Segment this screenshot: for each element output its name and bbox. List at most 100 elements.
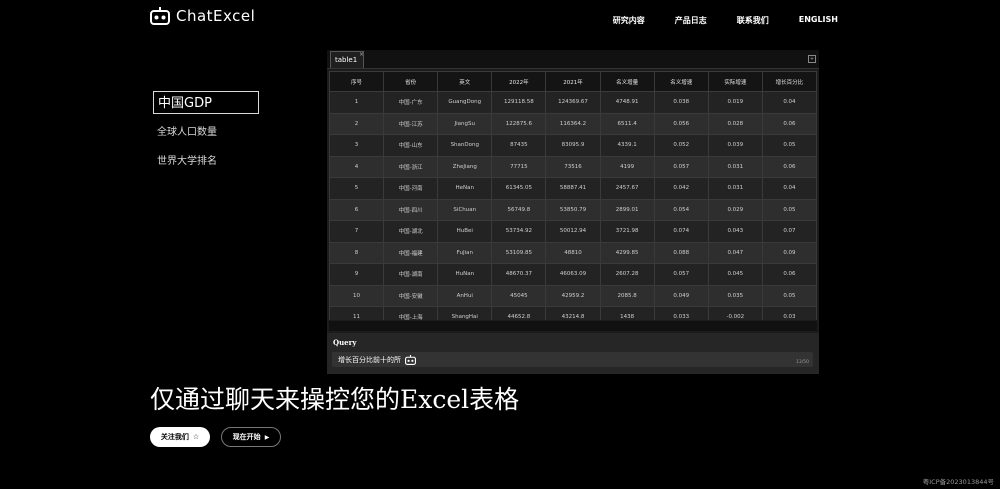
table-cell[interactable]: 87435 (491, 134, 547, 157)
table-cell[interactable]: FuJian (437, 241, 493, 264)
table-row[interactable]: 6 中国-四川 SiChuan 56749.8 53850.79 2899.01 0.054… (329, 198, 817, 221)
table-cell[interactable]: 中国-福建 (383, 241, 439, 264)
table-row[interactable]: 11 中国-上海 ShangHai 44652.8 43214.8 1438 0.033 -0… (329, 306, 817, 320)
data-grid[interactable]: 序号 省份 英文 2022年 2021年 名义增量 名义增速 实际增速 增长百分比 1 中国-广东… (329, 71, 817, 320)
table-cell[interactable]: 0.07 (761, 220, 817, 243)
robot-icon[interactable] (405, 355, 416, 365)
nav-english[interactable]: ENGLISH (799, 15, 838, 26)
close-icon[interactable]: × (359, 51, 364, 58)
table-cell[interactable]: 0.057 (653, 155, 709, 178)
table-cell[interactable]: 124369.67 (545, 91, 601, 114)
table-row[interactable]: 3 中国-山东 ShanDong 87435 83095.9 4339.1 0.052 0.0… (329, 134, 817, 157)
table-cell[interactable]: 0.06 (761, 155, 817, 178)
table-cell[interactable]: 83095.9 (545, 134, 601, 157)
table-row[interactable]: 8 中国-福建 FuJian 53109.85 48810 4299.85 0.088 0.0… (329, 241, 817, 264)
nav-changelog[interactable]: 产品日志 (675, 15, 707, 26)
table-cell[interactable]: 0.043 (707, 220, 763, 243)
table-cell[interactable]: 0.088 (653, 241, 709, 264)
table-cell[interactable]: 0.033 (653, 306, 709, 320)
table-cell[interactable]: 中国-山东 (383, 134, 439, 157)
table-cell[interactable]: 129118.58 (491, 91, 547, 114)
nav-contact[interactable]: 联系我们 (737, 15, 769, 26)
table-cell[interactable]: 4748.91 (599, 91, 655, 114)
table-cell[interactable]: 7 (329, 220, 385, 243)
table-cell[interactable]: 0.028 (707, 112, 763, 135)
table-cell[interactable]: 53850.79 (545, 198, 601, 221)
table-cell[interactable]: 10 (329, 284, 385, 307)
table-cell[interactable]: 4199 (599, 155, 655, 178)
table-cell[interactable]: 58887.41 (545, 177, 601, 200)
table-cell[interactable]: 2457.67 (599, 177, 655, 200)
table-cell[interactable]: 122875.6 (491, 112, 547, 135)
column-header[interactable]: 英文 (437, 71, 493, 92)
table-cell[interactable]: 1 (329, 91, 385, 114)
table-cell[interactable]: HuNan (437, 263, 493, 286)
table-row[interactable]: 1 中国-广东 GuangDong 129118.58 124369.67 4748.91… (329, 91, 817, 114)
table-cell[interactable]: 6511.4 (599, 112, 655, 135)
table-row[interactable]: 2 中国-江苏 JiangSu 122875.6 116364.2 6511.4 0.056… (329, 112, 817, 135)
table-cell[interactable]: 9 (329, 263, 385, 286)
table-cell[interactable]: 0.042 (653, 177, 709, 200)
table-cell[interactable]: AnHui (437, 284, 493, 307)
icp-link[interactable]: 粤ICP备2023013844号 (923, 476, 994, 486)
table-cell[interactable]: 50012.94 (545, 220, 601, 243)
table-cell[interactable]: 中国-浙江 (383, 155, 439, 178)
table-cell[interactable]: -0.002 (707, 306, 763, 320)
table-cell[interactable]: ShangHai (437, 306, 493, 320)
table-cell[interactable]: 2 (329, 112, 385, 135)
table-cell[interactable]: 44652.8 (491, 306, 547, 320)
table-cell[interactable]: 0.045 (707, 263, 763, 286)
table-cell[interactable]: 0.05 (761, 134, 817, 157)
table-cell[interactable]: 56749.8 (491, 198, 547, 221)
table-cell[interactable]: 0.029 (707, 198, 763, 221)
table-cell[interactable]: 0.04 (761, 91, 817, 114)
table-cell[interactable]: 0.06 (761, 263, 817, 286)
column-header[interactable]: 实际增速 (707, 71, 763, 92)
table-row[interactable]: 5 中国-河南 HeNan 61345.05 58887.41 2457.67 0.042 0… (329, 177, 817, 200)
table-cell[interactable]: 46063.09 (545, 263, 601, 286)
table-cell[interactable]: 5 (329, 177, 385, 200)
table-row[interactable]: 9 中国-湖南 HuNan 48670.37 46063.09 2607.28 0.057 0… (329, 263, 817, 286)
table-cell[interactable]: 4299.85 (599, 241, 655, 264)
table-cell[interactable]: 0.057 (653, 263, 709, 286)
table-cell[interactable]: 0.054 (653, 198, 709, 221)
start-button[interactable]: 现在开始 ▶ (221, 427, 281, 447)
table-cell[interactable]: 6 (329, 198, 385, 221)
table-cell[interactable]: 0.06 (761, 112, 817, 135)
table-cell[interactable]: SiChuan (437, 198, 493, 221)
table-cell[interactable]: 2607.28 (599, 263, 655, 286)
menu-item-world-population[interactable]: 全球人口数量 (153, 123, 259, 138)
table-cell[interactable]: 0.056 (653, 112, 709, 135)
table-cell[interactable]: 0.049 (653, 284, 709, 307)
table-cell[interactable]: 0.05 (761, 198, 817, 221)
table-cell[interactable]: 45045 (491, 284, 547, 307)
table-cell[interactable]: 48670.37 (491, 263, 547, 286)
logo[interactable]: ChatExcel (150, 7, 255, 25)
table-cell[interactable]: 中国-湖北 (383, 220, 439, 243)
column-header[interactable]: 名义增量 (599, 71, 655, 92)
table-cell[interactable]: 0.031 (707, 155, 763, 178)
table-cell[interactable]: 中国-江苏 (383, 112, 439, 135)
table-cell[interactable]: 0.03 (761, 306, 817, 320)
table-cell[interactable]: 0.074 (653, 220, 709, 243)
column-header[interactable]: 2022年 (491, 71, 547, 92)
table-cell[interactable]: 0.019 (707, 91, 763, 114)
table-row[interactable]: 4 中国-浙江 ZheJiang 77715 73516 4199 0.057 0.031 0.… (329, 155, 817, 178)
table-cell[interactable]: 4339.1 (599, 134, 655, 157)
table-cell[interactable]: 2085.8 (599, 284, 655, 307)
query-input[interactable]: 增长百分比前十的所 13/50 (332, 352, 813, 367)
table-cell[interactable]: HeNan (437, 177, 493, 200)
table-cell[interactable]: 43214.8 (545, 306, 601, 320)
table-cell[interactable]: ShanDong (437, 134, 493, 157)
table-cell[interactable]: 0.039 (707, 134, 763, 157)
nav-research[interactable]: 研究内容 (613, 15, 645, 26)
table-row[interactable]: 10 中国-安徽 AnHui 45045 42959.2 2085.8 0.049 0.035… (329, 284, 817, 307)
table-cell[interactable]: 中国-广东 (383, 91, 439, 114)
table-cell[interactable]: JiangSu (437, 112, 493, 135)
column-header[interactable]: 序号 (329, 71, 385, 92)
table-cell[interactable]: 116364.2 (545, 112, 601, 135)
table-cell[interactable]: 0.031 (707, 177, 763, 200)
table-cell[interactable]: 1438 (599, 306, 655, 320)
table-cell[interactable]: 11 (329, 306, 385, 320)
follow-button[interactable]: 关注我们 ☆ (150, 427, 210, 447)
